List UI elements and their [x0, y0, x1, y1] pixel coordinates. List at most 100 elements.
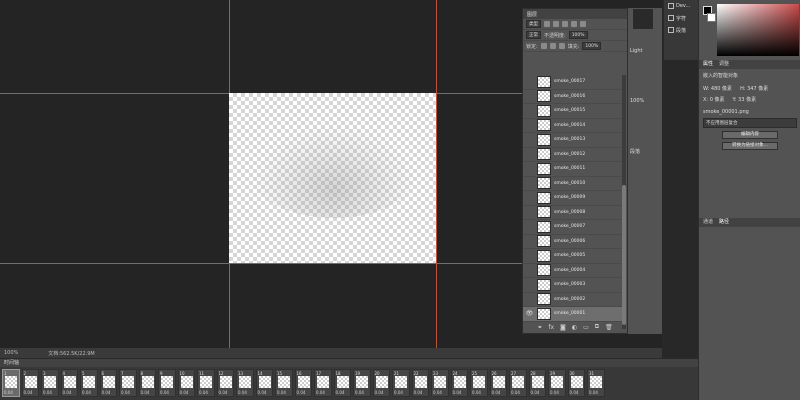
timeline-frame[interactable]: 11 0.04: [197, 369, 215, 397]
layer-row[interactable]: smoke_00015: [523, 104, 623, 119]
frame-delay[interactable]: 0.04: [297, 390, 306, 395]
timeline-frame[interactable]: 19 0.04: [353, 369, 371, 397]
layer-row[interactable]: smoke_00011: [523, 162, 623, 177]
visibility-eye-icon[interactable]: [525, 295, 534, 304]
layer-row[interactable]: smoke_00003: [523, 278, 623, 293]
lock-pixels-icon[interactable]: [540, 43, 547, 49]
layer-row[interactable]: smoke_00007: [523, 220, 623, 235]
frame-delay[interactable]: 0.04: [180, 390, 189, 395]
frame-delay[interactable]: 0.04: [336, 390, 345, 395]
fill-field[interactable]: 100%: [582, 42, 602, 50]
timeline-frame[interactable]: 7 0.04: [119, 369, 137, 397]
filter-adjustment-icon[interactable]: [553, 21, 559, 27]
timeline-frame[interactable]: 13 0.04: [236, 369, 254, 397]
zoom-level[interactable]: 100%: [4, 350, 18, 356]
timeline-frame[interactable]: 9 0.04: [158, 369, 176, 397]
paragraph-tab[interactable]: 段落: [630, 148, 640, 155]
visibility-eye-icon[interactable]: [525, 222, 534, 231]
frame-delay[interactable]: 0.04: [24, 390, 33, 395]
timeline-frame[interactable]: 14 0.04: [255, 369, 273, 397]
layer-row[interactable]: smoke_00004: [523, 264, 623, 278]
frame-delay[interactable]: 0.04: [199, 390, 208, 395]
timeline-frame[interactable]: 16 0.04: [294, 369, 312, 397]
blend-mode-select[interactable]: 正常: [526, 31, 541, 39]
frame-delay[interactable]: 0.04: [258, 390, 267, 395]
visibility-eye-icon[interactable]: [525, 121, 534, 130]
layer-row[interactable]: smoke_00010: [523, 177, 623, 191]
timeline-frame[interactable]: 10 0.04: [177, 369, 195, 397]
layer-row[interactable]: smoke_00008: [523, 206, 623, 220]
layer-row[interactable]: smoke_00016: [523, 90, 623, 104]
timeline-frame[interactable]: 26 0.04: [489, 369, 507, 397]
frame-delay[interactable]: 0.04: [121, 390, 130, 395]
visibility-eye-icon[interactable]: [525, 193, 534, 202]
frame-delay[interactable]: 0.04: [375, 390, 384, 395]
frame-delay[interactable]: 0.04: [570, 390, 579, 395]
dock-item[interactable]: 字符: [664, 12, 698, 24]
tab-properties[interactable]: 属性: [703, 60, 713, 69]
timeline-frame[interactable]: 18 0.04: [333, 369, 351, 397]
timeline-frame[interactable]: 1 0.04: [2, 369, 20, 397]
frame-delay[interactable]: 0.04: [102, 390, 111, 395]
visibility-eye-icon[interactable]: 👁: [525, 309, 534, 318]
timeline-frame[interactable]: 28 0.04: [528, 369, 546, 397]
tab-paths[interactable]: 路径: [719, 218, 729, 227]
frame-delay[interactable]: 0.04: [63, 390, 72, 395]
frame-delay[interactable]: 0.04: [43, 390, 52, 395]
filter-kind-select[interactable]: 类型: [526, 20, 541, 28]
timeline-frame[interactable]: 3 0.04: [41, 369, 59, 397]
timeline-frame[interactable]: 4 0.04: [60, 369, 78, 397]
frame-delay[interactable]: 0.04: [472, 390, 481, 395]
zoom-field[interactable]: 100%: [630, 98, 644, 104]
visibility-eye-icon[interactable]: [525, 280, 534, 289]
document-canvas[interactable]: [229, 93, 436, 263]
layer-row[interactable]: smoke_00013: [523, 133, 623, 148]
visibility-eye-icon[interactable]: [525, 237, 534, 246]
timeline-frame[interactable]: 22 0.04: [411, 369, 429, 397]
filter-type-icon[interactable]: [562, 21, 568, 27]
frame-delay[interactable]: 0.04: [219, 390, 228, 395]
height-field[interactable]: H: 347 像素: [740, 85, 768, 92]
style-select[interactable]: Light: [630, 48, 642, 54]
frame-delay[interactable]: 0.04: [414, 390, 423, 395]
timeline-frame[interactable]: 23 0.04: [431, 369, 449, 397]
timeline-frame[interactable]: 29 0.04: [548, 369, 566, 397]
adjustment-layer-icon[interactable]: ◐: [572, 324, 577, 331]
frame-delay[interactable]: 0.04: [316, 390, 325, 395]
layer-row[interactable]: smoke_00002: [523, 293, 623, 307]
layer-row[interactable]: smoke_00014: [523, 119, 623, 133]
frame-delay[interactable]: 0.04: [550, 390, 559, 395]
frame-delay[interactable]: 0.04: [277, 390, 286, 395]
guide-vertical[interactable]: [436, 0, 437, 348]
frame-delay[interactable]: 0.04: [589, 390, 598, 395]
timeline-frame[interactable]: 6 0.04: [99, 369, 117, 397]
frame-delay[interactable]: 0.04: [82, 390, 91, 395]
timeline-frame[interactable]: 30 0.04: [567, 369, 585, 397]
trash-icon[interactable]: 🗑: [605, 324, 613, 331]
y-field[interactable]: Y: 33 像素: [732, 96, 756, 103]
timeline-frame[interactable]: 21 0.04: [392, 369, 410, 397]
layers-scrollbar[interactable]: [622, 75, 626, 329]
filter-pixel-icon[interactable]: [544, 21, 550, 27]
layer-comp-select[interactable]: 不应用图层复合: [703, 118, 797, 128]
frame-delay[interactable]: 0.04: [511, 390, 520, 395]
timeline-frame[interactable]: 17 0.04: [314, 369, 332, 397]
link-layers-icon[interactable]: ⚭: [537, 324, 542, 331]
frame-delay[interactable]: 0.04: [160, 390, 169, 395]
timeline-frame[interactable]: 12 0.04: [216, 369, 234, 397]
visibility-eye-icon[interactable]: [525, 135, 534, 144]
lock-position-icon[interactable]: [549, 43, 556, 49]
lock-all-icon[interactable]: [558, 43, 565, 49]
timeline-frame[interactable]: 24 0.04: [450, 369, 468, 397]
visibility-eye-icon[interactable]: [525, 251, 534, 260]
visibility-eye-icon[interactable]: [525, 77, 534, 86]
frame-delay[interactable]: 0.04: [492, 390, 501, 395]
visibility-eye-icon[interactable]: [525, 106, 534, 115]
layer-row[interactable]: 👁 smoke_00001: [523, 307, 623, 322]
tab-adjustments[interactable]: 调整: [719, 60, 729, 69]
layer-row[interactable]: smoke_00006: [523, 235, 623, 249]
opacity-field[interactable]: 100%: [568, 31, 588, 39]
doc-size[interactable]: 文档:562.5K/22.9M: [48, 350, 94, 357]
fx-button[interactable]: fx: [548, 324, 554, 331]
width-field[interactable]: W: 480 像素: [703, 85, 732, 92]
